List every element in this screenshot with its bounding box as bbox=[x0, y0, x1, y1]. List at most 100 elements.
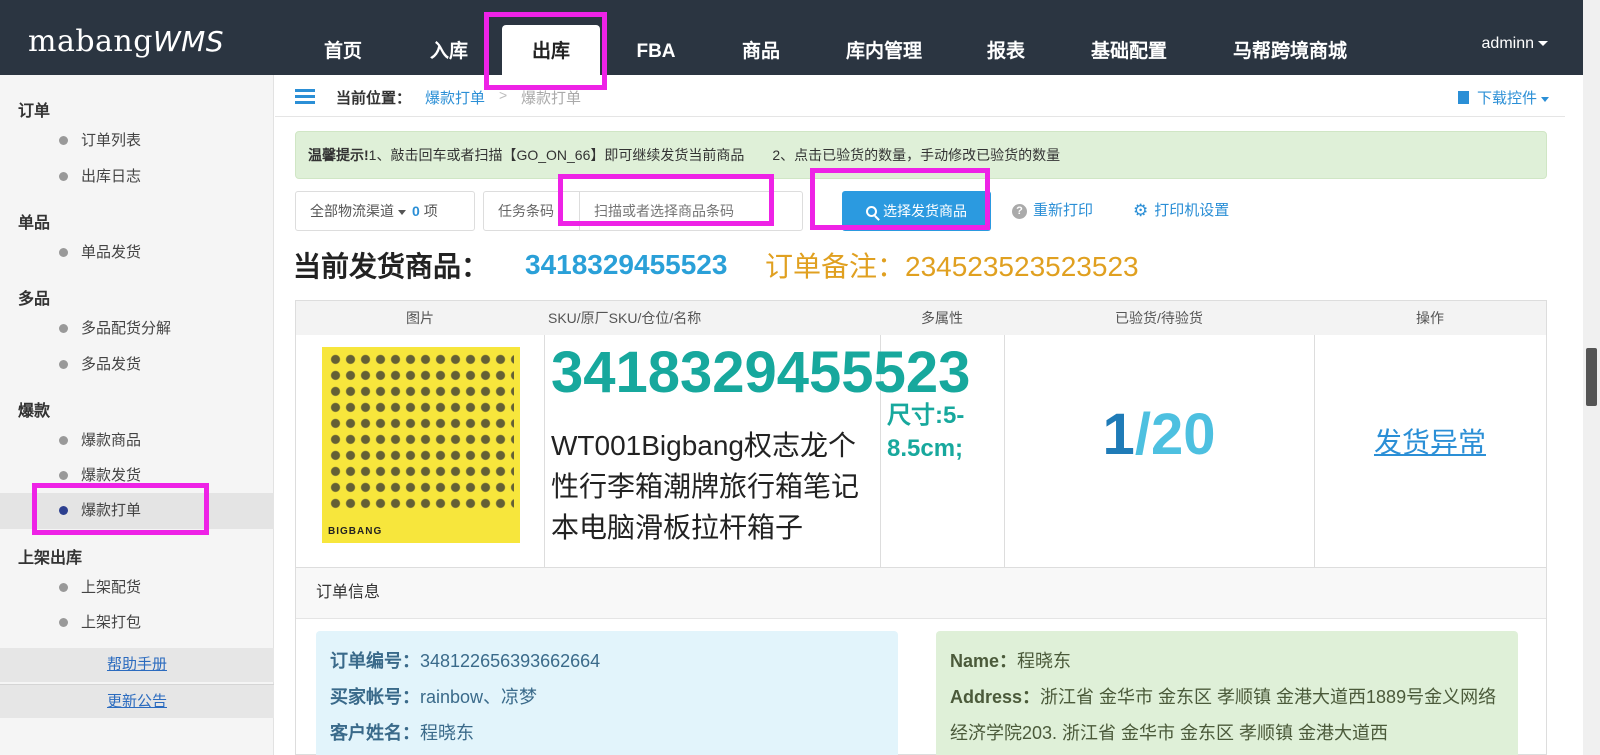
nav-inbound[interactable]: 入库 bbox=[426, 25, 472, 75]
ship-name-value: 程晓东 bbox=[1017, 651, 1072, 671]
product-image: BIGBANG bbox=[322, 347, 520, 543]
checked-count[interactable]: 1 bbox=[1103, 402, 1135, 467]
caret-down-icon bbox=[1538, 41, 1548, 47]
sidebar-item-label: 出库日志 bbox=[81, 168, 142, 185]
nav-reports[interactable]: 报表 bbox=[983, 25, 1029, 75]
inspection-quantity[interactable]: 1/20 bbox=[1004, 401, 1314, 468]
sidebar-item-label: 多品配货分解 bbox=[81, 320, 172, 337]
channel-label: 全部物流渠道 bbox=[310, 203, 394, 219]
tip-alert: 温馨提示!1、敲击回车或者扫描【GO_ON_66】即可继续发货当前商品 2、点击… bbox=[295, 131, 1547, 179]
printer-settings-label: 打印机设置 bbox=[1154, 202, 1230, 219]
bullet-icon bbox=[59, 324, 68, 333]
order-info-right: Name：程晓东 Address：浙江省 金华市 金东区 孝顺镇 金港大道西18… bbox=[936, 631, 1518, 755]
tip-text: 1、敲击回车或者扫描【GO_ON_66】即可继续发货当前商品 2、点击已验货的数… bbox=[368, 147, 1061, 163]
scrollbar-thumb[interactable] bbox=[1586, 348, 1597, 406]
channel-count-unit: 项 bbox=[423, 203, 438, 219]
page-scrollbar[interactable] bbox=[1583, 0, 1600, 755]
logo-sub-text: WMS bbox=[152, 25, 225, 58]
customer-name-row: 客户姓名：程晓东 bbox=[330, 715, 884, 751]
sidebar-item-outbound-log[interactable]: 出库日志 bbox=[0, 159, 274, 195]
product-name: WT001Bigbang权志龙个性行李箱潮牌旅行箱笔记本电脑滑板拉杆箱子 bbox=[551, 430, 860, 543]
nav-warehouse-mgmt[interactable]: 库内管理 bbox=[842, 25, 926, 75]
sidebar-item-label: 订单列表 bbox=[81, 132, 142, 149]
sidebar-item-label: 上架配货 bbox=[81, 579, 142, 596]
printer-settings-button[interactable]: ⚙ 打印机设置 bbox=[1133, 191, 1229, 231]
sidebar-item-hot-products[interactable]: 爆款商品 bbox=[0, 423, 274, 459]
ship-address-label: Address： bbox=[950, 687, 1041, 707]
search-icon bbox=[866, 206, 877, 217]
sidebar-item-multi-split[interactable]: 多品配货分解 bbox=[0, 311, 274, 347]
help-manual-link[interactable]: 帮助手册 bbox=[0, 648, 274, 682]
breadcrumb-separator: > bbox=[499, 87, 508, 103]
sidebar-item-single-ship[interactable]: 单品发货 bbox=[0, 235, 274, 271]
bullet-icon bbox=[59, 471, 68, 480]
main-content: 当前位置： 爆款打单 > 爆款打单 下载控件 温馨提示!1、敲击回车或者扫描【G… bbox=[275, 75, 1565, 755]
pending-count: 20 bbox=[1150, 402, 1216, 467]
breadcrumb-current: 爆款打单 bbox=[521, 90, 582, 107]
product-image-pattern bbox=[328, 353, 514, 513]
scan-barcode-input[interactable] bbox=[584, 196, 784, 226]
divider bbox=[544, 335, 545, 567]
buyer-account-row: 买家帐号：rainbow、凉梦 bbox=[330, 679, 884, 715]
menu-toggle-icon[interactable] bbox=[295, 89, 315, 105]
question-icon: ? bbox=[1012, 204, 1027, 219]
sidebar-item-label: 上架打包 bbox=[81, 614, 142, 631]
sidebar: 订单 订单列表 出库日志 单品 单品发货 多品 多品配货分解 多品发货 爆款 爆… bbox=[0, 75, 274, 755]
current-product-title: 当前发货商品： bbox=[293, 251, 490, 282]
nav-outbound[interactable]: 出库 bbox=[502, 25, 600, 75]
reprint-button[interactable]: ? 重新打印 bbox=[1012, 191, 1093, 231]
ship-address-row: Address：浙江省 金华市 金东区 孝顺镇 金港大道西1889号金义网络经济… bbox=[950, 679, 1504, 751]
bullet-icon bbox=[59, 172, 68, 181]
product-sku: 3418329455523 bbox=[551, 340, 971, 405]
ship-name-label: Name： bbox=[950, 651, 1018, 671]
current-product-sku: 3418329455523 bbox=[525, 249, 728, 280]
ship-exception-link[interactable]: 发货异常 bbox=[1314, 421, 1546, 461]
app-logo[interactable]: mabangWMS bbox=[28, 24, 224, 59]
nav-home[interactable]: 首页 bbox=[320, 25, 366, 75]
sidebar-item-hot-ship[interactable]: 爆款发货 bbox=[0, 458, 274, 494]
order-info-header: 订单信息 bbox=[296, 567, 1546, 619]
sidebar-group-orders: 订单 bbox=[18, 103, 51, 120]
sidebar-item-multi-ship[interactable]: 多品发货 bbox=[0, 347, 274, 383]
order-number-row: 订单编号：348122656393662664 bbox=[330, 643, 884, 679]
download-control-button[interactable]: 下载控件 bbox=[1457, 87, 1549, 108]
select-ship-product-button[interactable]: 选择发货商品 bbox=[842, 191, 991, 231]
sidebar-item-label: 爆款商品 bbox=[81, 432, 142, 449]
order-remark: 订单备注：234523523523523 bbox=[765, 251, 1139, 282]
sidebar-item-hot-print[interactable]: 爆款打单 bbox=[0, 493, 274, 529]
sidebar-item-shelf-pack[interactable]: 上架打包 bbox=[0, 605, 274, 641]
customer-name-label: 客户姓名： bbox=[330, 723, 420, 743]
sidebar-item-label: 单品发货 bbox=[81, 244, 142, 261]
nav-products[interactable]: 商品 bbox=[738, 25, 784, 75]
customer-name-value: 程晓东 bbox=[420, 723, 474, 743]
bullet-icon bbox=[59, 618, 68, 627]
buyer-account-label: 买家帐号： bbox=[330, 687, 420, 707]
col-header-attr: 多属性 bbox=[880, 301, 1004, 335]
col-header-image: 图片 bbox=[296, 301, 544, 335]
caret-down-icon bbox=[398, 209, 406, 215]
channel-select[interactable]: 全部物流渠道 0 项 bbox=[295, 191, 475, 231]
tip-title: 温馨提示! bbox=[308, 147, 369, 163]
download-icon bbox=[1457, 91, 1469, 104]
sidebar-item-order-list[interactable]: 订单列表 bbox=[0, 123, 274, 159]
breadcrumb-link[interactable]: 爆款打单 bbox=[425, 87, 485, 108]
nav-mall[interactable]: 马帮跨境商城 bbox=[1230, 25, 1350, 75]
sidebar-item-shelf-pick[interactable]: 上架配货 bbox=[0, 570, 274, 606]
select-button-label: 选择发货商品 bbox=[883, 203, 967, 219]
col-header-sku: SKU/原厂SKU/仓位/名称 bbox=[544, 301, 880, 335]
nav-base-config[interactable]: 基础配置 bbox=[1087, 25, 1171, 75]
channel-count: 0 bbox=[412, 203, 420, 219]
user-menu[interactable]: adminn bbox=[1482, 35, 1548, 53]
reprint-label: 重新打印 bbox=[1033, 202, 1094, 219]
sidebar-item-label: 爆款打单 bbox=[81, 502, 142, 519]
update-notice-link[interactable]: 更新公告 bbox=[0, 684, 274, 718]
bullet-icon bbox=[59, 360, 68, 369]
nav-fba[interactable]: FBA bbox=[632, 25, 680, 75]
ship-name-row: Name：程晓东 bbox=[950, 643, 1504, 679]
top-navbar: mabangWMS 首页 入库 出库 FBA 商品 库内管理 报表 基础配置 马… bbox=[0, 0, 1600, 75]
bullet-icon bbox=[59, 583, 68, 592]
sidebar-item-label: 爆款发货 bbox=[81, 467, 142, 484]
toolbar: 全部物流渠道 0项 任务条码 选择发货商品 ? 重新打印 ⚙ 打印机设置 bbox=[295, 191, 1555, 231]
breadcrumb-label: 当前位置： bbox=[336, 90, 412, 107]
task-barcode-group: 任务条码 bbox=[483, 191, 803, 231]
